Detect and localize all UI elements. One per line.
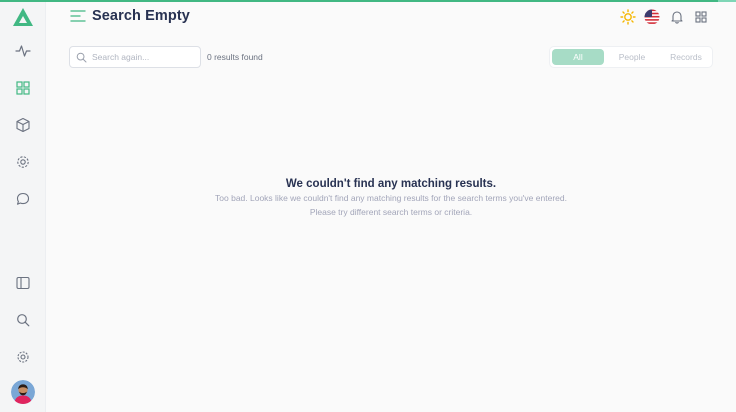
empty-state-message: Too bad. Looks like we couldn't find any… — [215, 193, 567, 203]
tab-all[interactable]: All — [552, 49, 604, 65]
page-title: Search Empty — [92, 8, 190, 24]
top-accent-line-end — [718, 0, 736, 2]
search-input[interactable] — [92, 47, 198, 67]
sidebar-panel-icon[interactable] — [14, 274, 32, 292]
settings-cog-icon[interactable] — [14, 153, 32, 171]
sun-icon[interactable] — [620, 9, 636, 25]
us-flag-icon[interactable] — [644, 9, 660, 25]
gear-icon[interactable] — [14, 348, 32, 366]
activity-icon[interactable] — [14, 42, 32, 60]
top-accent-line — [0, 0, 736, 2]
box-icon[interactable] — [14, 116, 32, 134]
menu-toggle-icon[interactable] — [70, 9, 86, 23]
search-icon[interactable] — [14, 311, 32, 329]
avatar[interactable] — [11, 380, 35, 404]
bell-icon[interactable] — [669, 9, 685, 25]
grid-icon[interactable] — [14, 79, 32, 97]
tab-records[interactable]: Records — [660, 49, 712, 65]
logo-icon[interactable] — [12, 7, 34, 27]
tab-people[interactable]: People — [606, 49, 658, 65]
apps-grid-icon[interactable] — [693, 9, 709, 25]
search-field-icon — [76, 52, 87, 63]
filter-tabs: All People Records — [549, 46, 713, 68]
results-count: 0 results found — [207, 52, 263, 62]
search-box — [69, 46, 201, 68]
empty-state-hint: Please try different search terms or cri… — [309, 207, 473, 217]
empty-state-title: We couldn't find any matching results. — [285, 178, 497, 190]
